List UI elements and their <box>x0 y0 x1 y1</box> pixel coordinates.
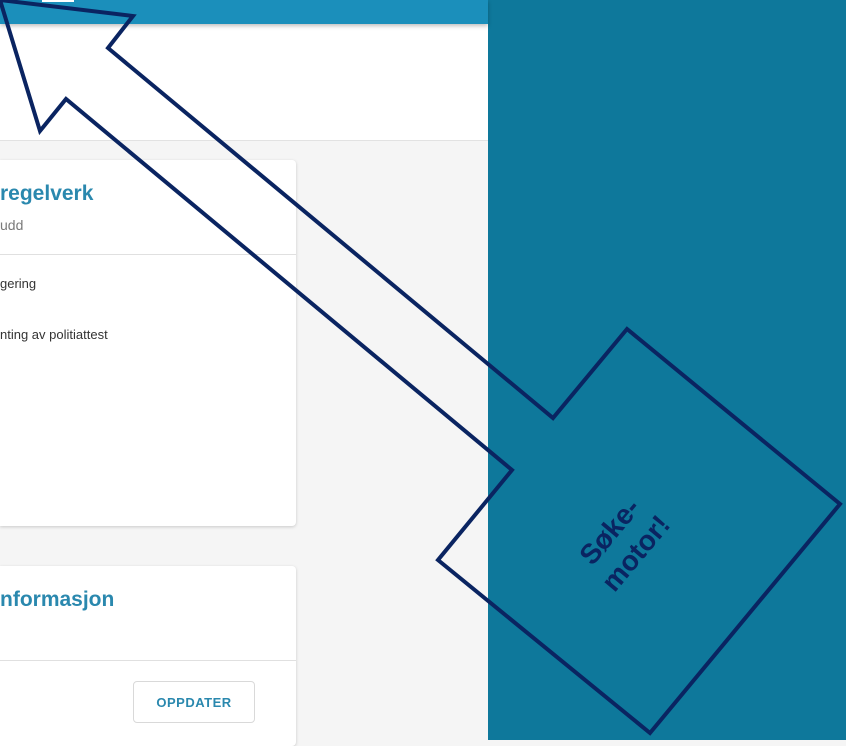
annotation-arrow-icon <box>0 0 843 736</box>
annotation-label: Søke- motor! <box>573 492 676 597</box>
annotation-arrow-overlay: Søke- motor! <box>0 0 843 736</box>
